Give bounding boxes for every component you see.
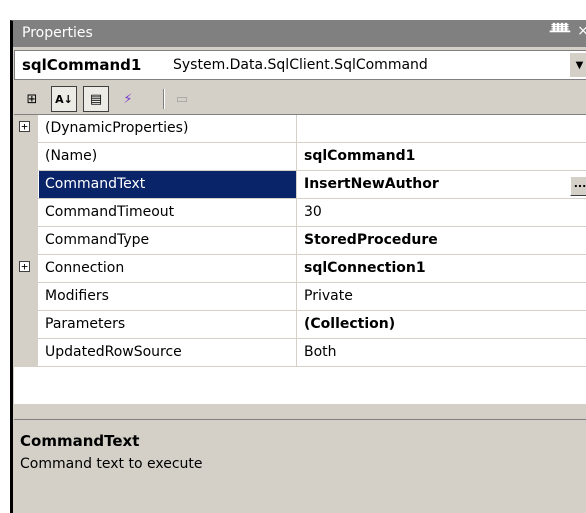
property-row[interactable]: UpdatedRowSource Both (14, 339, 586, 367)
property-name[interactable]: (DynamicProperties) (39, 115, 297, 142)
property-name[interactable]: CommandText (39, 171, 297, 198)
property-row[interactable]: Modifiers Private (14, 283, 586, 311)
property-value[interactable]: sqlConnection1 (304, 255, 586, 282)
close-icon[interactable]: × (577, 23, 586, 39)
row-gutter (14, 171, 38, 198)
ellipsis-button[interactable]: ... (570, 176, 586, 196)
property-value[interactable]: StoredProcedure (304, 227, 586, 254)
property-name[interactable]: UpdatedRowSource (39, 339, 297, 366)
property-value[interactable]: sqlCommand1 (304, 143, 586, 170)
categorized-icon: ⊞ (26, 91, 38, 107)
dropdown-arrow-icon[interactable]: ▼ (569, 53, 586, 77)
property-name[interactable]: Modifiers (39, 283, 297, 310)
property-name[interactable]: Connection (39, 255, 297, 282)
row-gutter (14, 199, 38, 226)
property-value[interactable] (304, 115, 586, 142)
property-row[interactable]: (Name) sqlCommand1 (14, 143, 586, 171)
row-gutter (14, 311, 38, 338)
property-name[interactable]: Parameters (39, 311, 297, 338)
property-row[interactable]: + Connection sqlConnection1 (14, 255, 586, 283)
property-row[interactable]: CommandTimeout 30 (14, 199, 586, 227)
description-pane: CommandText Command text to execute (14, 419, 586, 513)
property-value[interactable]: Both (304, 339, 586, 366)
expand-plus-icon[interactable]: + (19, 261, 30, 272)
property-grid: + (DynamicProperties) (Name) sqlCommand1 Com… (14, 114, 586, 404)
property-name[interactable]: CommandTimeout (39, 199, 297, 226)
object-selector[interactable]: sqlCommand1 System.Data.SqlClient.SqlCom… (14, 50, 586, 80)
row-gutter: + (14, 115, 38, 142)
row-gutter: + (14, 255, 38, 282)
description-text: Command text to execute (20, 456, 203, 472)
row-gutter (14, 339, 38, 366)
events-button[interactable]: ⚡ (115, 86, 141, 112)
property-pages-button[interactable]: ▭ (169, 86, 195, 112)
row-gutter (14, 227, 38, 254)
properties-icon: ▤ (89, 91, 103, 107)
property-row[interactable]: Parameters (Collection) (14, 311, 586, 339)
pin-icon[interactable]: ᚙ (550, 24, 570, 39)
alphabetical-icon: A↓ (55, 92, 73, 106)
object-name: sqlCommand1 (22, 56, 142, 74)
expand-plus-icon[interactable]: + (19, 121, 30, 132)
property-value[interactable]: 30 (304, 199, 586, 226)
row-gutter (14, 143, 38, 170)
property-row[interactable]: CommandType StoredProcedure (14, 227, 586, 255)
window-title: Properties (22, 25, 93, 41)
categorized-button[interactable]: ⊞ (19, 86, 45, 112)
alphabetical-button[interactable]: A↓ (51, 86, 77, 112)
property-value[interactable]: InsertNewAuthor (304, 171, 586, 198)
property-row[interactable]: CommandText InsertNewAuthor... (14, 171, 586, 199)
description-title: CommandText (20, 432, 140, 450)
property-value[interactable]: Private (304, 283, 586, 310)
row-gutter (14, 283, 38, 310)
properties-window: Properties ᚙ × sqlCommand1 System.Data.S… (10, 20, 586, 513)
toolbar-separator (163, 89, 165, 109)
property-name[interactable]: CommandType (39, 227, 297, 254)
property-pages-icon: ▭ (175, 91, 189, 107)
events-icon: ⚡ (123, 91, 133, 107)
properties-toolbar: ⊞ A↓ ▤ ⚡ ▭ (13, 83, 586, 113)
properties-button[interactable]: ▤ (83, 86, 109, 112)
property-value[interactable]: (Collection) (304, 311, 586, 338)
object-type: System.Data.SqlClient.SqlCommand (173, 57, 428, 73)
property-name[interactable]: (Name) (39, 143, 297, 170)
property-row[interactable]: + (DynamicProperties) (14, 115, 586, 143)
title-bar: Properties ᚙ × (13, 21, 586, 47)
